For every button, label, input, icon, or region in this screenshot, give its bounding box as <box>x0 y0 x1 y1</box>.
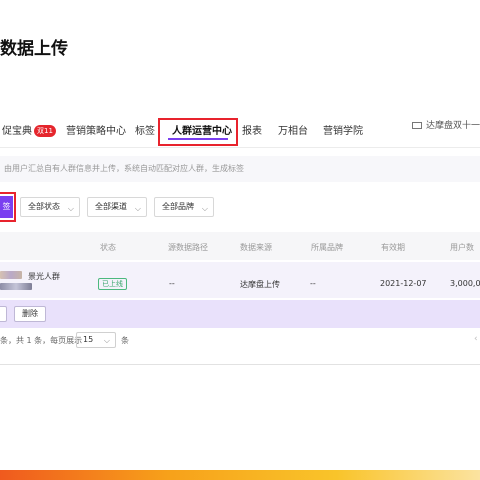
panel-divider <box>0 364 480 365</box>
column-source-path: 源数据路径 <box>168 243 208 252</box>
promo-badge: 双11 <box>34 125 56 137</box>
nav-item-promo[interactable]: 促宝典 双11 <box>2 122 56 137</box>
description-text: 由用户汇总自有人群信息并上传，系统自动匹配对应人群，生成标签 <box>4 164 244 173</box>
table-header: 状态 源数据路径 数据来源 所属品牌 有效期 用户数 <box>0 232 480 260</box>
nav-item-wanxiangtai[interactable]: 万相台 <box>278 122 308 137</box>
pagination-summary: 条，共 1 条，每页展示 <box>0 336 83 345</box>
column-status: 状态 <box>100 243 116 252</box>
row-actions-bar <box>0 300 480 328</box>
active-tab-highlight <box>158 118 238 146</box>
page-size-select[interactable]: 15 ⌵ <box>76 332 116 348</box>
nav-divider <box>0 147 480 148</box>
brand-value: -- <box>310 279 316 288</box>
column-expiry: 有效期 <box>381 243 405 252</box>
announcement-text: 达摩盘双十一大 <box>426 121 480 131</box>
nav-item-strategy[interactable]: 营销策略中心 <box>66 122 126 137</box>
blurred-name-detail <box>0 283 32 290</box>
nav-item-reports[interactable]: 报表 <box>242 122 262 137</box>
description-bar: 由用户汇总自有人群信息并上传，系统自动匹配对应人群，生成标签 <box>0 156 480 182</box>
top-nav: 促宝典 双11 营销策略中心 标签 人群运营中心 报表 万相台 营销学院 <box>0 112 480 146</box>
status-badge: 已上线 <box>98 278 127 290</box>
column-source: 数据来源 <box>240 243 272 252</box>
brand-filter-value: 全部品牌 <box>162 202 194 211</box>
channel-filter-value: 全部渠道 <box>95 202 127 211</box>
bottom-brand-bar <box>0 470 480 480</box>
expiry-value: 2021-12-07 <box>380 279 427 288</box>
nav-announcement[interactable]: 达摩盘双十一大 <box>412 118 480 131</box>
page-size-value: 15 <box>83 335 94 344</box>
status-filter[interactable]: 全部状态 ⌵ <box>20 197 80 217</box>
chevron-down-icon: ⌵ <box>201 204 208 213</box>
chevron-down-icon: ⌵ <box>134 204 141 213</box>
blurred-name-prefix <box>0 271 22 279</box>
delete-button[interactable]: 删除 <box>14 306 46 322</box>
column-users: 用户数 <box>450 243 474 252</box>
slide-title: 数据上传 <box>0 39 68 59</box>
status-filter-value: 全部状态 <box>28 202 60 211</box>
nav-item-tags[interactable]: 标签 <box>135 122 155 137</box>
users-value: 3,000,030 <box>450 279 480 288</box>
source-path-value: -- <box>169 279 175 288</box>
channel-filter[interactable]: 全部渠道 ⌵ <box>87 197 147 217</box>
chevron-down-icon: ⌵ <box>103 336 110 345</box>
nav-item-academy[interactable]: 营销学院 <box>323 122 363 137</box>
brand-filter[interactable]: 全部品牌 ⌵ <box>154 197 214 217</box>
column-brand: 所属品牌 <box>311 243 343 252</box>
source-value: 达摩盘上传 <box>240 280 280 289</box>
mail-icon <box>412 122 422 129</box>
add-button-highlight <box>0 192 16 222</box>
pagination-unit: 条 <box>121 336 129 345</box>
crowd-name: 景光人群 <box>28 272 60 281</box>
chevron-down-icon: ⌵ <box>67 204 74 213</box>
nav-item-label: 促宝典 <box>2 126 32 137</box>
prev-page-icon[interactable]: ‹ <box>474 334 478 344</box>
row-action-button[interactable] <box>0 306 7 322</box>
